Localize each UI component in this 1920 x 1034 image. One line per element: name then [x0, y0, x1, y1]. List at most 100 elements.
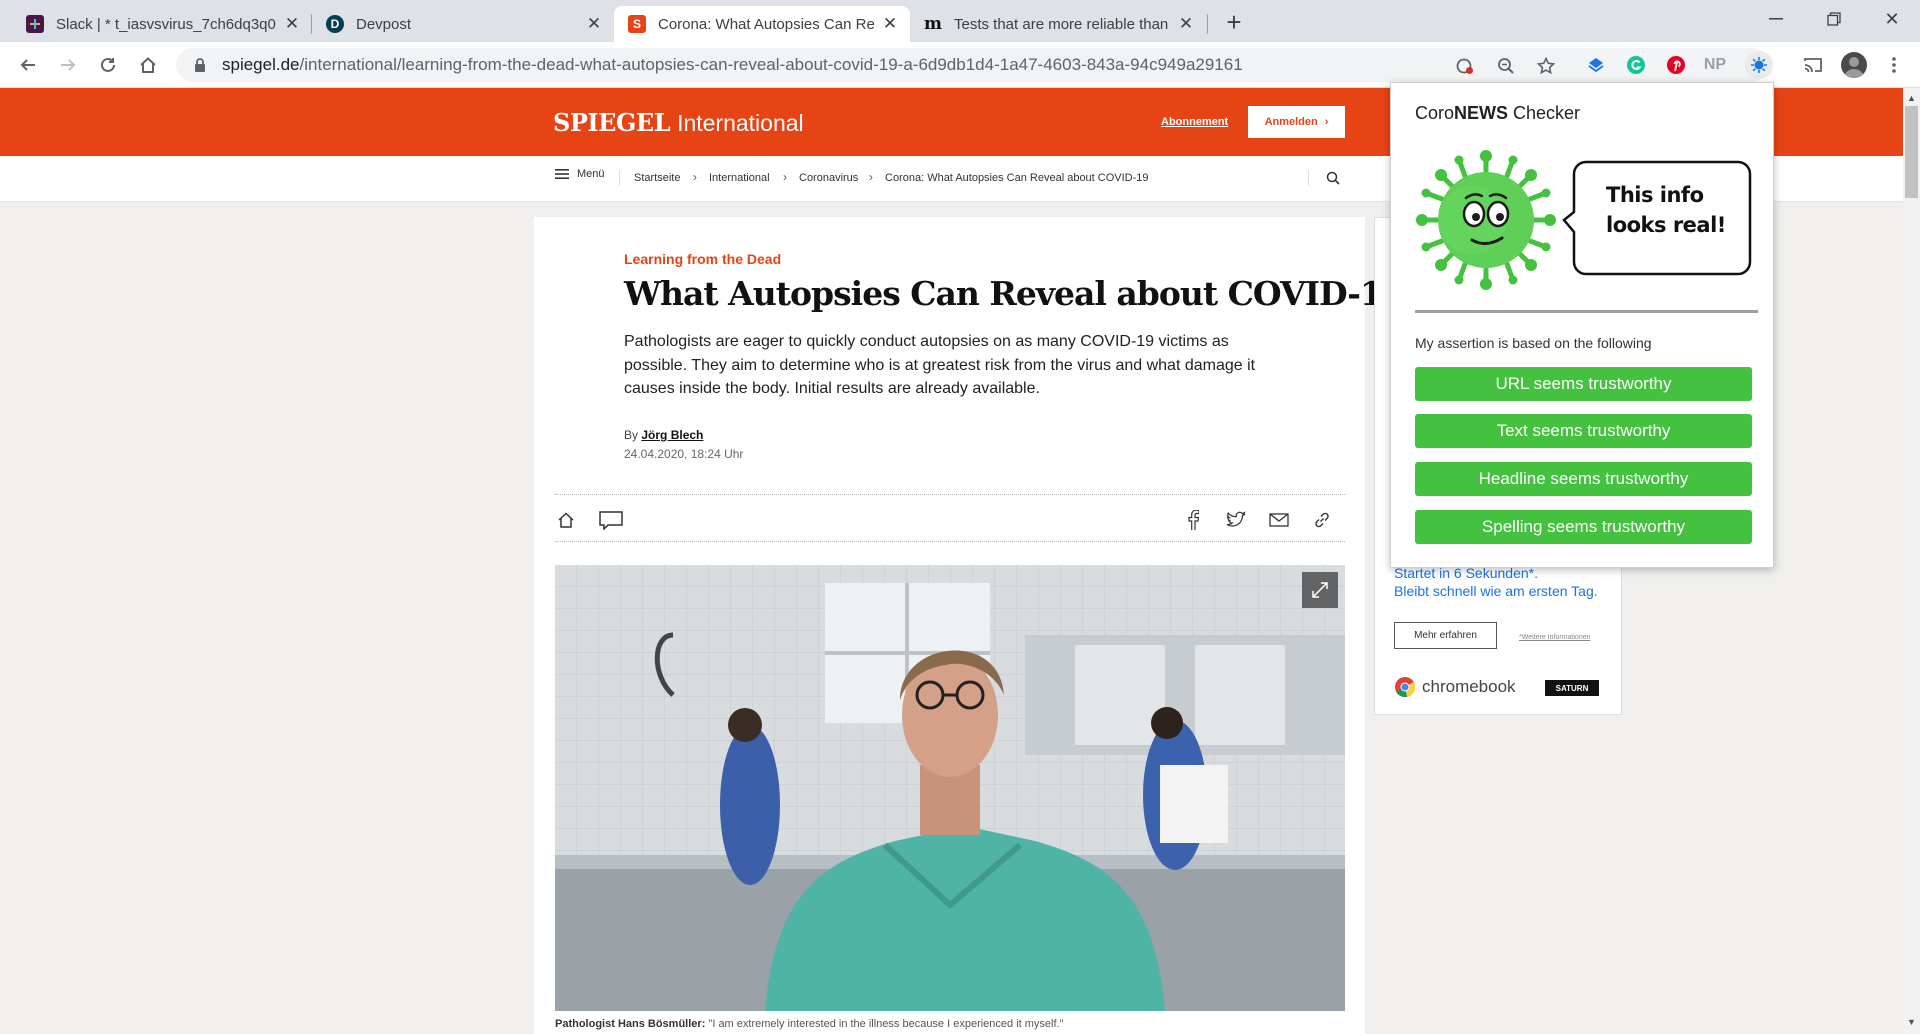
popup-divider	[1415, 310, 1758, 313]
chevron-right-icon: ›	[869, 170, 873, 184]
reason-url[interactable]: URL seems trustworthy	[1415, 367, 1752, 401]
popup-title: CoroNEWS Checker	[1415, 103, 1580, 124]
grammarly-icon[interactable]	[1624, 53, 1648, 77]
caption-name: Pathologist Hans Bösmüller:	[555, 1018, 706, 1030]
tab-devpost[interactable]: D Devpost ✕	[312, 6, 614, 42]
title-post: Checker	[1508, 103, 1581, 123]
author-link[interactable]: Jörg Blech	[641, 428, 703, 442]
image-caption: Pathologist Hans Bösmüller: "I am extrem…	[555, 1018, 1064, 1030]
chromebook-label: chromebook	[1422, 677, 1516, 696]
article-byline: By Jörg Blech	[624, 428, 703, 442]
article-date: 24.04.2020, 18:24 Uhr	[624, 447, 744, 461]
profile-avatar[interactable]	[1841, 52, 1867, 78]
address-bar[interactable]: spiegel.de/international/learning-from-t…	[176, 48, 1768, 82]
breadcrumb-divider	[1308, 170, 1309, 186]
assertion-text: My assertion is based on the following	[1415, 335, 1652, 351]
home-icon[interactable]	[132, 49, 164, 81]
menu-label: Menü	[577, 168, 605, 180]
hero-image[interactable]	[555, 565, 1345, 1011]
home-share-icon[interactable]	[555, 509, 577, 531]
byline-prefix: By	[624, 428, 639, 442]
facebook-icon[interactable]	[1182, 509, 1204, 531]
tab-close-icon[interactable]: ✕	[1176, 14, 1196, 34]
brand-name: SPIEGEL	[553, 108, 671, 137]
tab-close-icon[interactable]: ✕	[584, 14, 604, 34]
tab-slack[interactable]: Slack | * t_iasvsvirus_7ch6dq3q0p ✕	[12, 6, 312, 42]
cast-icon[interactable]	[1801, 53, 1825, 77]
np-extension-icon[interactable]: NP	[1703, 53, 1727, 77]
breadcrumb-startseite[interactable]: Startseite	[634, 172, 680, 184]
breadcrumb-current: Corona: What Autopsies Can Reveal about …	[885, 172, 1149, 184]
ad-copy: Startet in 6 Sekunden*. Bleibt schnell w…	[1394, 564, 1598, 600]
twitter-icon[interactable]	[1225, 509, 1247, 531]
url-text: spiegel.de/international/learning-from-t…	[222, 55, 1243, 75]
extension-blue-icon[interactable]	[1584, 53, 1608, 77]
verdict-line-2: looks real!	[1606, 213, 1726, 237]
spiegel-logo[interactable]: SPIEGEL International	[553, 108, 804, 137]
ad-cta-button[interactable]: Mehr erfahren	[1394, 622, 1497, 649]
login-label: Anmelden	[1264, 116, 1318, 128]
scroll-down-icon[interactable]: ▼	[1905, 1015, 1918, 1029]
page-scrollbar[interactable]	[1903, 88, 1920, 1034]
forward-icon[interactable]	[52, 49, 84, 81]
lock-icon	[195, 58, 205, 72]
title-pre: Coro	[1415, 103, 1455, 123]
reason-text[interactable]: Text seems trustworthy	[1415, 414, 1752, 448]
login-button[interactable]: Anmelden ›	[1248, 106, 1345, 138]
abonnement-link[interactable]: Abonnement	[1161, 116, 1228, 128]
comment-icon[interactable]	[598, 509, 624, 531]
new-tab-button[interactable]: +	[1220, 7, 1248, 37]
scroll-up-icon[interactable]: ▲	[1905, 91, 1918, 105]
tab-title: Devpost	[356, 15, 412, 33]
url-path: /international/learning-from-the-dead-wh…	[299, 55, 1243, 74]
ad-line-2: Bleibt schnell wie am ersten Tag.	[1394, 583, 1598, 599]
article-lead: Pathologists are eager to quickly conduc…	[624, 333, 1256, 397]
breadcrumb-coronavirus[interactable]: Coronavirus	[799, 172, 858, 184]
article-kicker: Learning from the Dead	[624, 251, 782, 267]
site-search-icon[interactable]	[1326, 171, 1340, 185]
spiegel-icon: S	[628, 15, 646, 33]
article-headline: What Autopsies Can Reveal about COVID-19	[624, 274, 1405, 313]
menu-button[interactable]: Menü	[555, 168, 605, 180]
virus-mascot-icon	[1416, 150, 1556, 290]
breadcrumb-international[interactable]: International	[709, 172, 770, 184]
caption-text: "I am extremely interested in the illnes…	[708, 1018, 1064, 1030]
medium-icon: m	[924, 14, 942, 34]
breadcrumb-divider	[619, 170, 620, 186]
expand-image-icon[interactable]	[1302, 572, 1338, 608]
title-bold: NEWS	[1454, 103, 1509, 123]
saturn-logo: SATURN	[1545, 680, 1599, 696]
devpost-icon: D	[326, 15, 344, 33]
tab-divider	[1207, 14, 1208, 34]
divider	[555, 494, 1345, 495]
chevron-right-icon: ›	[1324, 116, 1329, 128]
minimize-button[interactable]	[1748, 0, 1804, 38]
brand-section: International	[677, 110, 804, 136]
browser-menu-icon[interactable]	[1882, 53, 1906, 77]
link-icon[interactable]	[1311, 509, 1333, 531]
reason-spelling[interactable]: Spelling seems trustworthy	[1415, 510, 1752, 544]
tab-spiegel[interactable]: S Corona: What Autopsies Can Reveal ✕	[614, 6, 910, 42]
reason-headline[interactable]: Headline seems trustworthy	[1415, 462, 1752, 496]
restore-button[interactable]	[1806, 0, 1862, 38]
tab-close-icon[interactable]: ✕	[880, 14, 900, 34]
zoom-icon[interactable]	[1497, 57, 1515, 75]
ad-info-link[interactable]: *Weitere Informationen	[1519, 634, 1590, 641]
coronews-extension-icon[interactable]	[1745, 51, 1773, 79]
tab-medium[interactable]: m Tests that are more reliable than ✕	[910, 6, 1206, 42]
scrollbar-thumb[interactable]	[1905, 106, 1918, 198]
pinterest-icon[interactable]	[1664, 53, 1688, 77]
verdict-line-1: This info	[1606, 183, 1704, 207]
divider	[555, 541, 1345, 542]
close-window-button[interactable]: ✕	[1864, 0, 1920, 38]
bookmark-star-icon[interactable]	[1537, 57, 1555, 75]
back-icon[interactable]	[12, 49, 44, 81]
reload-icon[interactable]	[92, 49, 124, 81]
tab-title: Slack | * t_iasvsvirus_7ch6dq3q0p	[56, 15, 276, 33]
chrome-icon	[1395, 677, 1416, 698]
email-icon[interactable]	[1268, 509, 1290, 531]
tab-close-icon[interactable]: ✕	[282, 14, 302, 34]
cookie-blocked-icon[interactable]	[1456, 57, 1474, 75]
chromebook-logo: chromebook	[1394, 676, 1516, 698]
np-label: NP	[1703, 56, 1727, 73]
